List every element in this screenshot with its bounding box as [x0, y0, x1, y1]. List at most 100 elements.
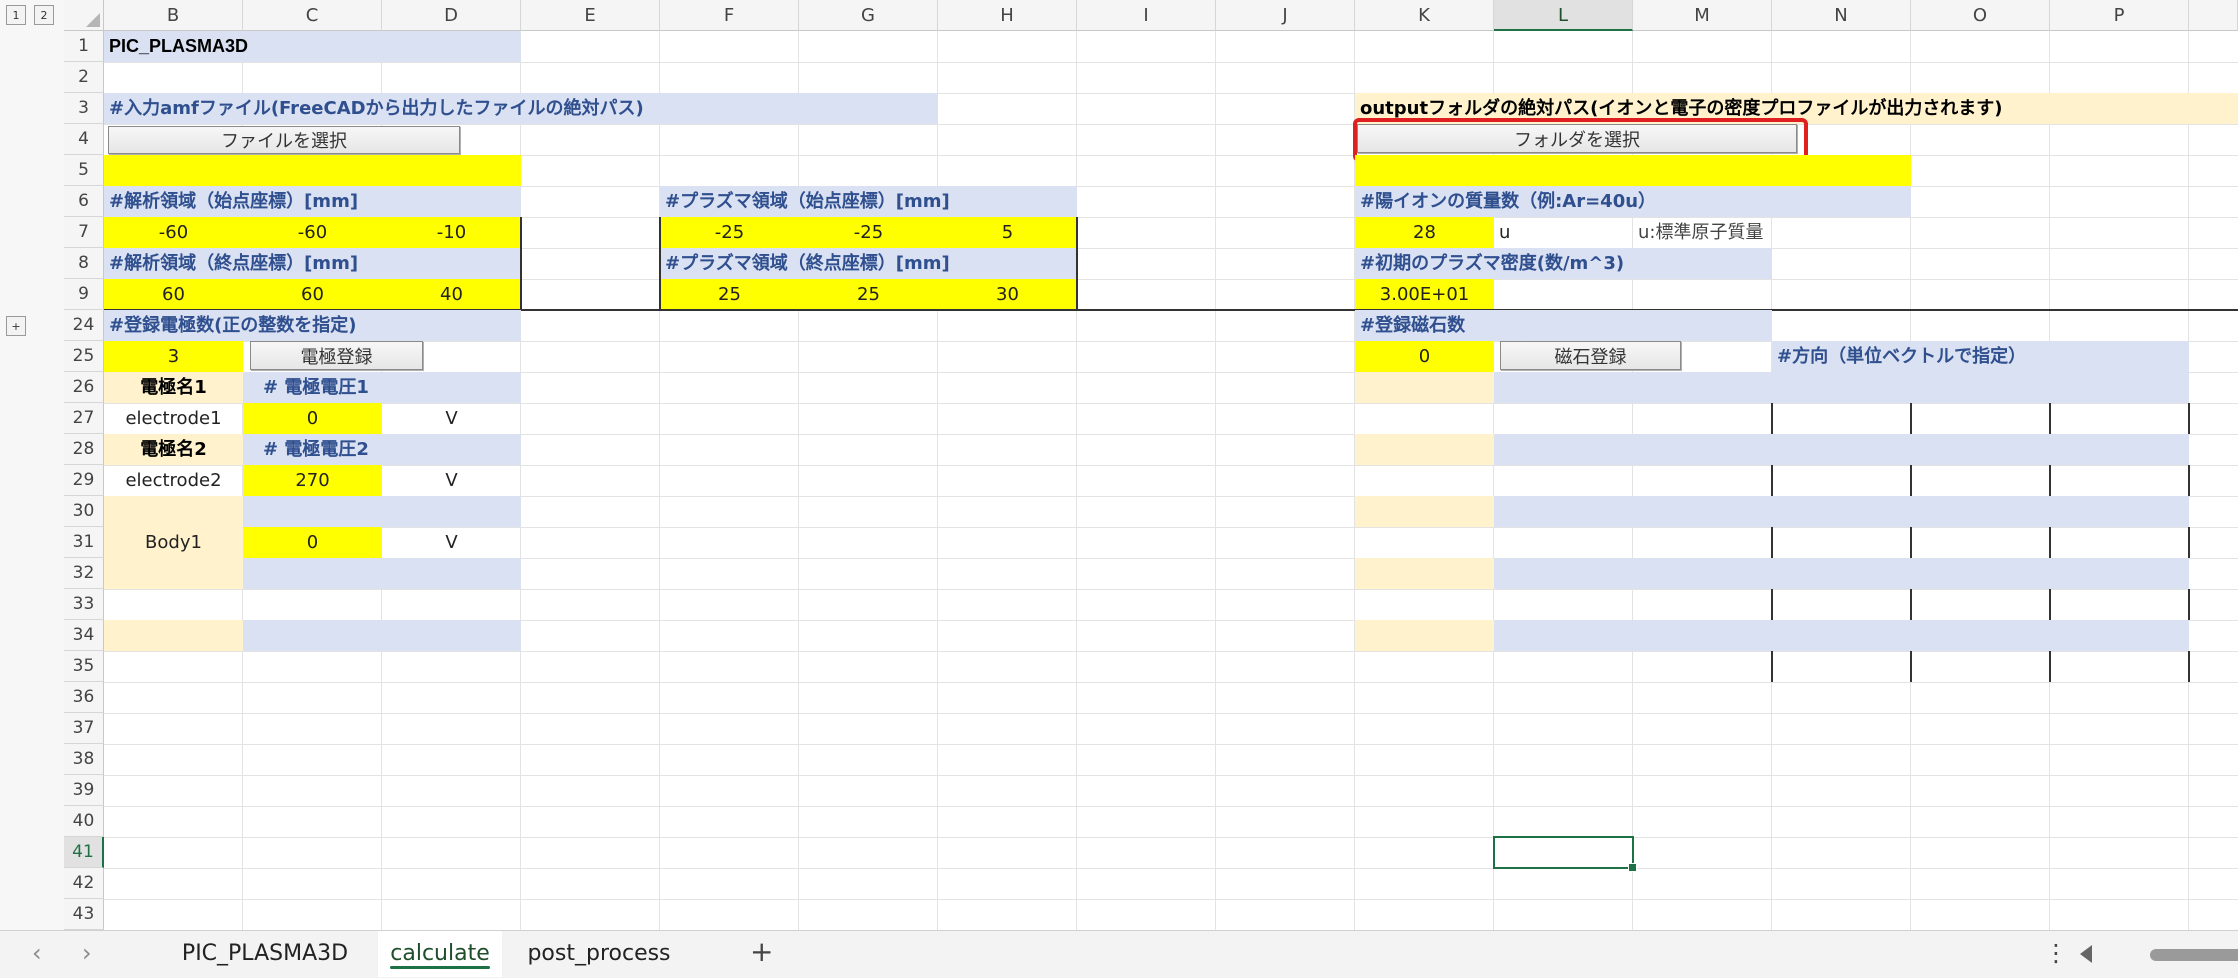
- row-header[interactable]: 42: [64, 868, 104, 899]
- select-all-corner[interactable]: [64, 0, 104, 31]
- magnet-header-cell[interactable]: [1494, 558, 2189, 589]
- body1-unit[interactable]: V: [382, 527, 521, 558]
- column-header[interactable]: D: [382, 0, 521, 31]
- row-header[interactable]: 7: [64, 217, 104, 248]
- tab-post-process[interactable]: post_process: [518, 931, 680, 977]
- input-path-cell[interactable]: [104, 155, 521, 186]
- electrode-count-label[interactable]: #登録電極数(正の整数を指定): [104, 310, 521, 341]
- plasma-start-label[interactable]: #プラズマ領域（始点座標）[mm]: [660, 186, 1077, 217]
- magnet-header-cell[interactable]: [1494, 496, 2189, 527]
- electrode2-name[interactable]: electrode2: [104, 465, 243, 496]
- outline-level-1-button[interactable]: 1: [6, 5, 26, 25]
- column-header[interactable]: O: [1911, 0, 2050, 31]
- electrode1-name-label[interactable]: 電極名1: [104, 372, 243, 403]
- electrode-count-value[interactable]: 3: [104, 341, 243, 372]
- sheet-title-cell[interactable]: PIC_PLASMA3D: [104, 31, 521, 62]
- row-header[interactable]: 2: [64, 62, 104, 93]
- ion-mass-note[interactable]: u:標準原子質量: [1633, 217, 1772, 248]
- ion-mass-unit[interactable]: u: [1494, 217, 1633, 248]
- add-sheet-icon[interactable]: +: [750, 935, 773, 968]
- magnet-name-cell[interactable]: [1355, 558, 1494, 589]
- row-header[interactable]: 4: [64, 124, 104, 155]
- plasma-end-y[interactable]: 25: [799, 279, 938, 310]
- plasma-start-x[interactable]: -25: [660, 217, 799, 248]
- analysis-end-y[interactable]: 60: [243, 279, 382, 310]
- column-header[interactable]: B: [104, 0, 243, 31]
- magnet-count-label[interactable]: #登録磁石数: [1355, 310, 1772, 341]
- column-header[interactable]: J: [1216, 0, 1355, 31]
- magnet-header-cell[interactable]: [1494, 372, 2189, 403]
- scroll-left-icon[interactable]: [2080, 945, 2092, 963]
- output-folder-label[interactable]: outputフォルダの絶対パス(イオンと電子の密度プロファイルが出力されます): [1355, 93, 2238, 124]
- row-header[interactable]: 36: [64, 682, 104, 713]
- row-header[interactable]: 32: [64, 558, 104, 589]
- input-amf-label[interactable]: #入力amfファイル(FreeCADから出力したファイルの絶対パス): [104, 93, 938, 124]
- column-header[interactable]: M: [1633, 0, 1772, 31]
- row-header[interactable]: 29: [64, 465, 104, 496]
- row-header[interactable]: 9: [64, 279, 104, 310]
- row-header[interactable]: 40: [64, 806, 104, 837]
- plasma-start-z[interactable]: 5: [938, 217, 1077, 248]
- analysis-start-y[interactable]: -60: [243, 217, 382, 248]
- column-header[interactable]: I: [1077, 0, 1216, 31]
- electrode2-unit[interactable]: V: [382, 465, 521, 496]
- register-electrode-button[interactable]: 電極登録: [250, 341, 423, 370]
- outline-level-2-button[interactable]: 2: [34, 5, 54, 25]
- extra-name-cell[interactable]: [104, 558, 243, 589]
- body1-voltage[interactable]: 0: [243, 527, 382, 558]
- selected-cell[interactable]: [1493, 836, 1634, 869]
- column-header[interactable]: H: [938, 0, 1077, 31]
- row-header[interactable]: 8: [64, 248, 104, 279]
- spreadsheet-grid[interactable]: 1 2 + B C D E F G H I J K L M N O P 1 2 …: [0, 0, 2238, 930]
- plasma-end-label[interactable]: #プラズマ領域（終点座標）[mm]: [660, 248, 1077, 279]
- analysis-start-label[interactable]: #解析領域（始点座標）[mm]: [104, 186, 521, 217]
- electrode2-voltage-label[interactable]: # 電極電圧2: [243, 434, 521, 465]
- row-header[interactable]: 1: [64, 31, 104, 62]
- analysis-end-x[interactable]: 60: [104, 279, 243, 310]
- magnet-name-cell[interactable]: [1355, 372, 1494, 403]
- magnet-count-value[interactable]: 0: [1355, 341, 1494, 372]
- electrode3-name-label-cell[interactable]: [104, 496, 243, 527]
- plasma-density-label[interactable]: #初期のプラズマ密度(数/m^3): [1355, 248, 1772, 279]
- row-header[interactable]: 28: [64, 434, 104, 465]
- electrode2-name-label[interactable]: 電極名2: [104, 434, 243, 465]
- electrode2-voltage[interactable]: 270: [243, 465, 382, 496]
- row-header[interactable]: 30: [64, 496, 104, 527]
- row-header[interactable]: 24: [64, 310, 104, 341]
- ion-mass-label[interactable]: #陽イオンの質量数（例:Ar=40u）: [1355, 186, 1911, 217]
- extra-name-cell[interactable]: [104, 620, 243, 651]
- select-file-button[interactable]: ファイルを選択: [108, 126, 460, 154]
- plasma-start-y[interactable]: -25: [799, 217, 938, 248]
- column-header[interactable]: F: [660, 0, 799, 31]
- row-header[interactable]: 26: [64, 372, 104, 403]
- magnet-name-cell[interactable]: [1355, 620, 1494, 651]
- row-header[interactable]: 31: [64, 527, 104, 558]
- row-header[interactable]: 38: [64, 744, 104, 775]
- plasma-end-x[interactable]: 25: [660, 279, 799, 310]
- electrode1-voltage-label[interactable]: # 電極電圧1: [243, 372, 521, 403]
- column-header[interactable]: G: [799, 0, 938, 31]
- row-header[interactable]: 43: [64, 899, 104, 930]
- row-header[interactable]: 5: [64, 155, 104, 186]
- select-folder-button[interactable]: フォルダを選択: [1357, 124, 1797, 153]
- column-header[interactable]: P: [2050, 0, 2189, 31]
- tab-calculate[interactable]: calculate: [378, 931, 502, 977]
- row-header[interactable]: 27: [64, 403, 104, 434]
- outline-expand-button[interactable]: +: [6, 316, 26, 336]
- electrode1-voltage[interactable]: 0: [243, 403, 382, 434]
- column-header-selected[interactable]: L: [1494, 0, 1633, 31]
- row-header[interactable]: 3: [64, 93, 104, 124]
- analysis-end-z[interactable]: 40: [382, 279, 521, 310]
- electrode1-name[interactable]: electrode1: [104, 403, 243, 434]
- row-header[interactable]: 6: [64, 186, 104, 217]
- row-header[interactable]: 35: [64, 651, 104, 682]
- column-header[interactable]: E: [521, 0, 660, 31]
- magnet-header-cell[interactable]: [1494, 434, 2189, 465]
- column-header[interactable]: N: [1772, 0, 1911, 31]
- row-header[interactable]: 33: [64, 589, 104, 620]
- row-header[interactable]: 34: [64, 620, 104, 651]
- column-header[interactable]: C: [243, 0, 382, 31]
- electrode3-voltage-label-cell[interactable]: [243, 496, 521, 527]
- horizontal-scrollbar-thumb[interactable]: [2150, 949, 2238, 961]
- direction-label[interactable]: #方向（単位ベクトルで指定）: [1772, 341, 2189, 372]
